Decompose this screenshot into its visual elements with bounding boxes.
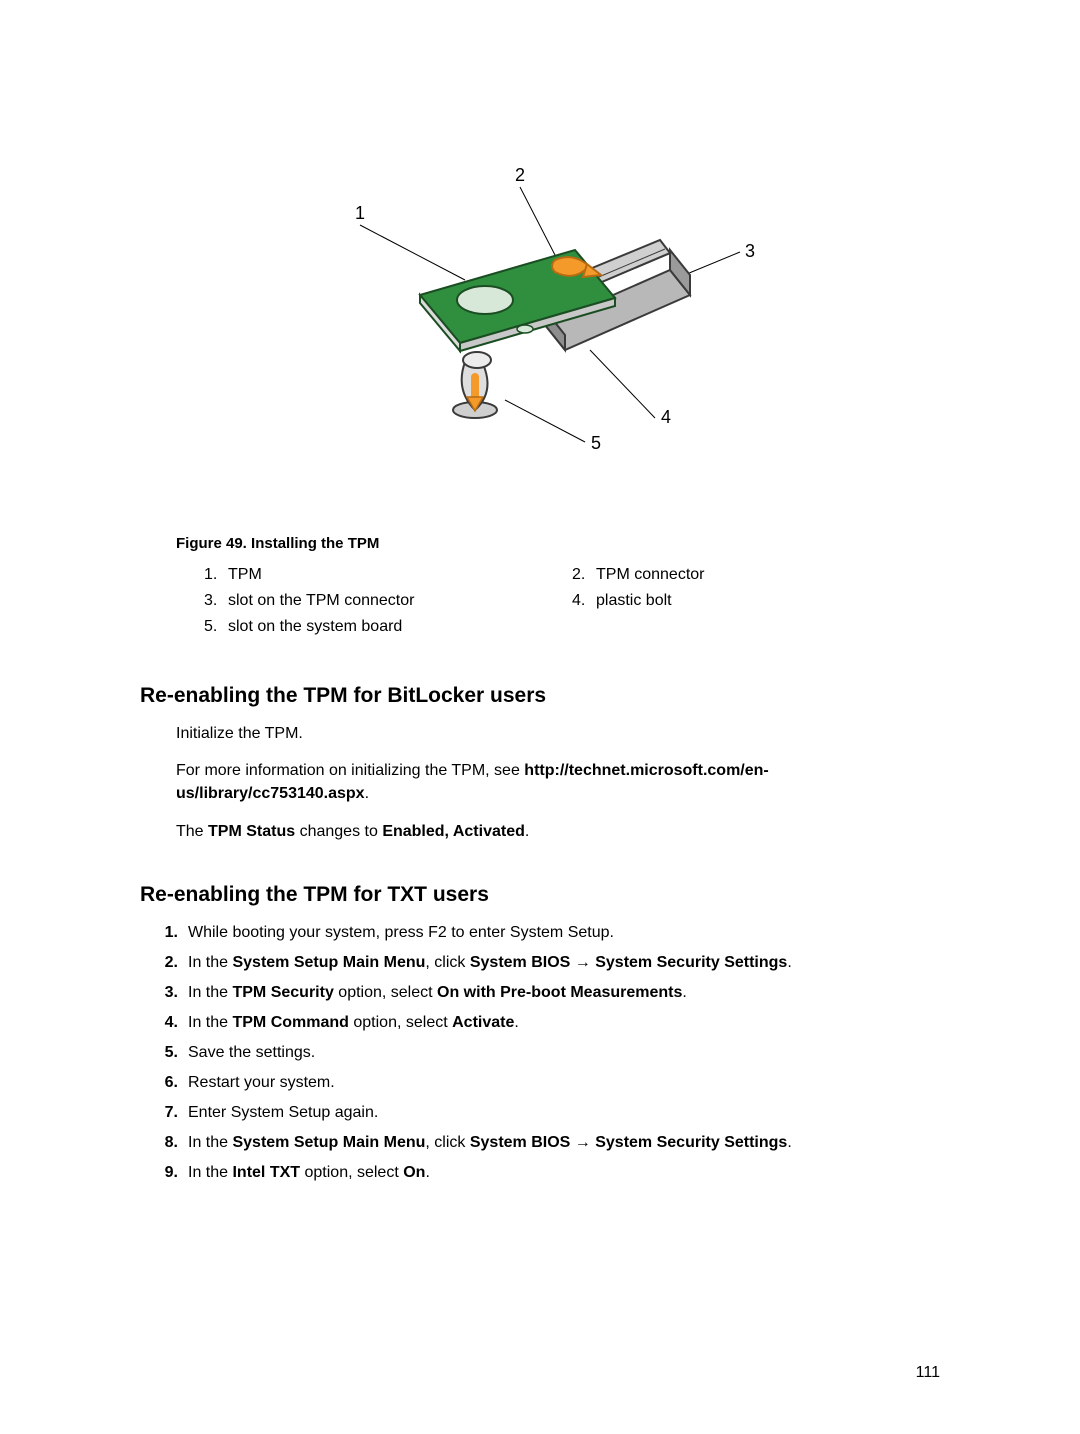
callout-1: 1 [355, 203, 365, 223]
legend-item: 1. TPM [204, 566, 572, 584]
step-number: 4. [150, 1011, 188, 1035]
text-bold: On with Pre-boot Measurements [437, 984, 682, 1001]
callout-2: 2 [515, 165, 525, 185]
legend-num: 1. [204, 566, 228, 584]
text: In the [188, 1134, 232, 1151]
text: . [514, 1014, 518, 1031]
text: In the [188, 1164, 232, 1181]
legend-item: 2. TPM connector [572, 566, 940, 584]
figure-legend: 1. TPM 3. slot on the TPM connector 5. s… [204, 566, 940, 644]
step-number: 6. [150, 1071, 188, 1095]
text: option, select [334, 984, 437, 1001]
legend-text: TPM [228, 566, 262, 584]
legend-num: 3. [204, 592, 228, 610]
para-tpmstatus: The TPM Status changes to Enabled, Activ… [176, 820, 940, 843]
text: In the [188, 984, 232, 1001]
plastic-bolt-icon [453, 352, 497, 418]
callout-3: 3 [745, 241, 755, 261]
text-bold: TPM Status [208, 823, 295, 840]
step-item: 9. In the Intel TXT option, select On. [150, 1161, 940, 1185]
legend-num: 2. [572, 566, 596, 584]
step-body: In the TPM Command option, select Activa… [188, 1011, 940, 1035]
step-number: 5. [150, 1041, 188, 1065]
legend-item: 5. slot on the system board [204, 618, 572, 636]
step-number: 2. [150, 951, 188, 975]
step-item: 6. Restart your system. [150, 1071, 940, 1095]
text: , click [425, 954, 469, 971]
step-item: 5. Save the settings. [150, 1041, 940, 1065]
step-body: In the System Setup Main Menu, click Sys… [188, 951, 940, 975]
step-body: In the Intel TXT option, select On. [188, 1161, 940, 1185]
step-body: In the System Setup Main Menu, click Sys… [188, 1131, 940, 1155]
heading-txt: Re-enabling the TPM for TXT users [140, 883, 940, 907]
legend-text: slot on the TPM connector [228, 592, 414, 610]
text: In the [188, 1014, 232, 1031]
text-bold: TPM Security [232, 984, 333, 1001]
step-item: 3. In the TPM Security option, select On… [150, 981, 940, 1005]
step-body: While booting your system, press F2 to e… [188, 921, 940, 945]
step-number: 7. [150, 1101, 188, 1125]
text: changes to [295, 823, 382, 840]
document-page: 1 2 3 4 5 Figure 49. Installing the TPM … [0, 0, 1080, 1434]
text: . [425, 1164, 429, 1181]
callout-5: 5 [591, 433, 601, 453]
legend-text: slot on the system board [228, 618, 402, 636]
legend-left-col: 1. TPM 3. slot on the TPM connector 5. s… [204, 566, 572, 644]
txt-steps-list: 1. While booting your system, press F2 t… [150, 921, 940, 1185]
step-number: 3. [150, 981, 188, 1005]
text: . [787, 954, 791, 971]
legend-right-col: 2. TPM connector 4. plastic bolt [572, 566, 940, 644]
text-bold: System Setup Main Menu [232, 1134, 425, 1151]
step-body: Restart your system. [188, 1071, 940, 1095]
text-bold: Activate [452, 1014, 514, 1031]
legend-num: 4. [572, 592, 596, 610]
step-item: 1. While booting your system, press F2 t… [150, 921, 940, 945]
para-moreinfo: For more information on initializing the… [176, 759, 940, 805]
legend-item: 4. plastic bolt [572, 592, 940, 610]
step-number: 9. [150, 1161, 188, 1185]
legend-text: plastic bolt [596, 592, 672, 610]
step-body: Enter System Setup again. [188, 1101, 940, 1125]
legend-text: TPM connector [596, 566, 704, 584]
bitlocker-body: Initialize the TPM. For more information… [176, 722, 940, 843]
text: option, select [349, 1014, 452, 1031]
text-bold: System BIOS → System Security Settings [470, 1134, 787, 1151]
text: In the [188, 954, 232, 971]
text-bold: Enabled, Activated [382, 823, 525, 840]
callout-4: 4 [661, 407, 671, 427]
para-initialize: Initialize the TPM. [176, 722, 940, 745]
step-body: In the TPM Security option, select On wi… [188, 981, 940, 1005]
figure-block: 1 2 3 4 5 [140, 105, 940, 505]
text: . [525, 823, 529, 840]
figure-caption: Figure 49. Installing the TPM [176, 535, 940, 552]
step-number: 1. [150, 921, 188, 945]
heading-bitlocker: Re-enabling the TPM for BitLocker users [140, 684, 940, 708]
page-number: 111 [916, 1364, 940, 1382]
text: , click [425, 1134, 469, 1151]
legend-num: 5. [204, 618, 228, 636]
text-bold: Intel TXT [232, 1164, 300, 1181]
step-item: 7. Enter System Setup again. [150, 1101, 940, 1125]
step-item: 4. In the TPM Command option, select Act… [150, 1011, 940, 1035]
legend-item: 3. slot on the TPM connector [204, 592, 572, 610]
text: . [365, 785, 369, 802]
text-bold: TPM Command [232, 1014, 348, 1031]
text-bold: System Setup Main Menu [232, 954, 425, 971]
step-item: 2. In the System Setup Main Menu, click … [150, 951, 940, 975]
text: option, select [300, 1164, 403, 1181]
step-body: Save the settings. [188, 1041, 940, 1065]
tpm-install-illustration: 1 2 3 4 5 [325, 165, 755, 465]
text-bold: On [403, 1164, 425, 1181]
text: . [682, 984, 686, 1001]
text: . [787, 1134, 791, 1151]
step-item: 8. In the System Setup Main Menu, click … [150, 1131, 940, 1155]
step-number: 8. [150, 1131, 188, 1155]
text: The [176, 823, 208, 840]
text: For more information on initializing the… [176, 762, 524, 779]
text-bold: System BIOS → System Security Settings [470, 954, 787, 971]
